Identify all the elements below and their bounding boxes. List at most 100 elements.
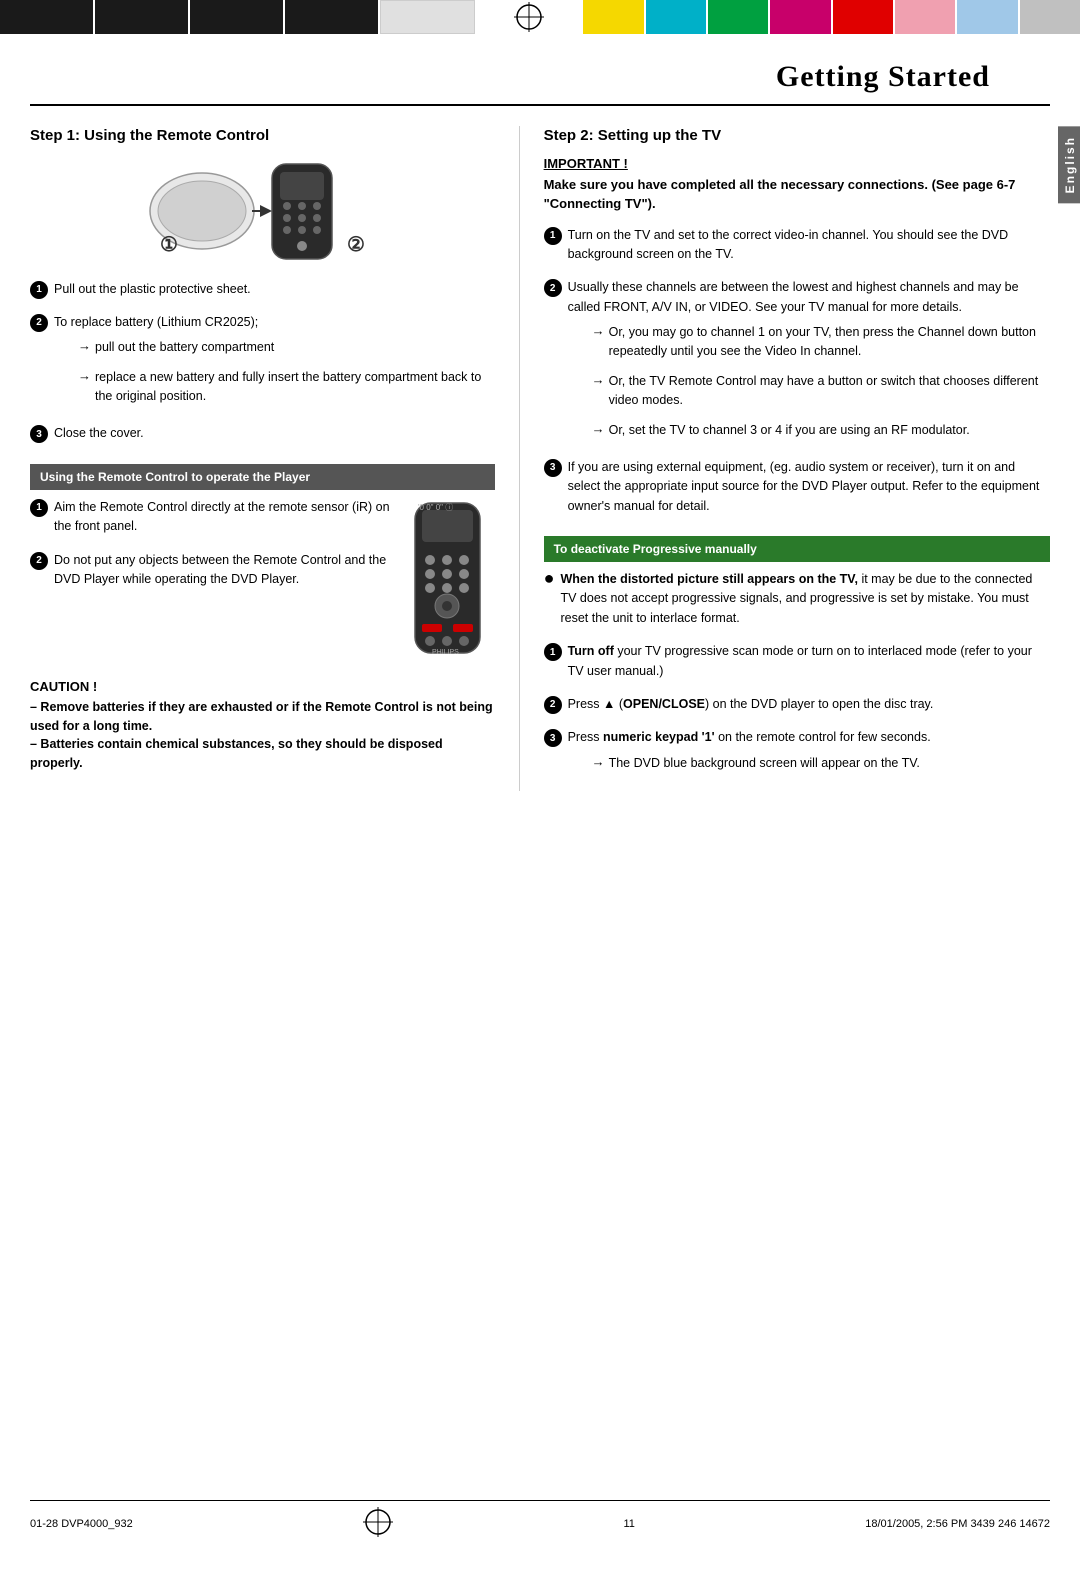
arrow-icon-5: →	[592, 421, 605, 436]
color-black3	[190, 0, 283, 34]
caution-box: CAUTION ! – Remove batteries if they are…	[30, 679, 495, 773]
s2-num-1: 1	[544, 227, 562, 245]
step1-item2-sub2: → replace a new battery and fully insert…	[78, 368, 495, 413]
color-white	[380, 0, 475, 34]
step1-item1-text: Pull out the plastic protective sheet.	[54, 280, 251, 299]
color-yellow	[583, 0, 643, 34]
operate-item2: 2 Do not put any objects between the Rem…	[30, 551, 402, 596]
step2-item2: 2 Usually these channels are between the…	[544, 278, 1050, 450]
svg-text:'0 0" 0" ⓘ: '0 0" 0" ⓘ	[418, 503, 453, 512]
step2-item2-sub2: → Or, the TV Remote Control may have a b…	[592, 372, 1050, 417]
left-column: Step 1: Using the Remote Control ①	[30, 126, 520, 791]
operate-item1: 1 Aim the Remote Control directly at the…	[30, 498, 402, 543]
step1-item2-text: To replace battery (Lithium CR2025);	[54, 313, 495, 332]
page-footer: 01-28 DVP4000_932 11 18/01/2005, 2:56 PM…	[30, 1500, 1050, 1540]
reg-mark-top	[475, 0, 583, 34]
arrow-icon-3: →	[592, 323, 605, 338]
progressive-text: When the distorted picture still appears…	[560, 570, 1050, 628]
page-title: Getting Started	[776, 60, 990, 93]
strip-right	[583, 0, 1080, 34]
step1-item3-text: Close the cover.	[54, 424, 144, 443]
color-black4	[285, 0, 378, 34]
color-black2	[95, 0, 188, 34]
operate-item2-text: Do not put any objects between the Remot…	[54, 551, 402, 590]
step2-item1: 1 Turn on the TV and set to the correct …	[544, 226, 1050, 271]
prog-num-2: 2	[544, 696, 562, 714]
step1-title: Step 1: Using the Remote Control	[30, 126, 495, 146]
important-text: Make sure you have completed all the nec…	[544, 175, 1050, 214]
arrow-icon-6: →	[592, 754, 605, 769]
step2-item2-sub3: → Or, set the TV to channel 3 or 4 if yo…	[592, 421, 1050, 446]
important-box: IMPORTANT ! Make sure you have completed…	[544, 156, 1050, 214]
svg-text:②: ②	[347, 234, 365, 256]
step2-item2-sub1-text: Or, you may go to channel 1 on your TV, …	[609, 323, 1050, 362]
svg-text:①: ①	[160, 234, 178, 256]
color-magenta	[770, 0, 830, 34]
prog-num-1: 1	[544, 643, 562, 661]
right-column: English Step 2: Setting up the TV IMPORT…	[520, 126, 1050, 791]
progressive-bullet: ● When the distorted picture still appea…	[544, 570, 1050, 634]
prog-step3: 3 Press numeric keypad '1' on the remote…	[544, 728, 1050, 783]
arrow-icon-4: →	[592, 372, 605, 387]
open-close-bold: OPEN/CLOSE	[623, 697, 705, 711]
color-cyan	[646, 0, 706, 34]
progressive-bold: When the distorted picture still appears…	[560, 572, 858, 586]
color-ltblue	[957, 0, 1017, 34]
step2-item2-text: Usually these channels are between the l…	[568, 278, 1050, 317]
numeric-bold: numeric keypad '1'	[603, 730, 715, 744]
step1-item2-sub1-text: pull out the battery compartment	[95, 338, 274, 357]
remote-image: ① ②	[30, 156, 495, 266]
prog-num-3: 3	[544, 729, 562, 747]
step1-item3: 3 Close the cover.	[30, 424, 495, 449]
color-green	[708, 0, 768, 34]
caution-bold2: – Batteries contain chemical substances,…	[30, 737, 443, 770]
caution-title: CAUTION !	[30, 679, 495, 694]
num-2: 2	[30, 314, 48, 332]
step2-item2-content: Usually these channels are between the l…	[568, 278, 1050, 450]
step1-item2-content: To replace battery (Lithium CR2025); → p…	[54, 313, 495, 417]
num-3: 3	[30, 425, 48, 443]
step1-item2-sub1: → pull out the battery compartment	[78, 338, 495, 363]
step2-item2-sub3-text: Or, set the TV to channel 3 or 4 if you …	[609, 421, 970, 440]
step2-item2-sub2-text: Or, the TV Remote Control may have a but…	[609, 372, 1050, 411]
operate-section-content: 1 Aim the Remote Control directly at the…	[30, 498, 495, 661]
operate-section-box: Using the Remote Control to operate the …	[30, 464, 495, 490]
remote-small: '0 0" 0" ⓘ	[410, 498, 495, 661]
main-content: Step 1: Using the Remote Control ①	[30, 106, 1050, 791]
remote-small-illustration: '0 0" 0" ⓘ	[410, 498, 485, 658]
important-title: IMPORTANT !	[544, 156, 1050, 171]
step1-item2-sub2-text: replace a new battery and fully insert t…	[95, 368, 495, 407]
prog-step3-sub1: → The DVD blue background screen will ap…	[592, 754, 931, 779]
op-num-1: 1	[30, 499, 48, 517]
step2-item3-text: If you are using external equipment, (eg…	[568, 458, 1050, 516]
strip-left	[0, 0, 475, 34]
step1-item1: 1 Pull out the plastic protective sheet.	[30, 280, 495, 305]
prog-step1: 1 Turn off your TV progressive scan mode…	[544, 642, 1050, 687]
step2-item3: 3 If you are using external equipment, (…	[544, 458, 1050, 522]
color-pink	[895, 0, 955, 34]
num-1: 1	[30, 281, 48, 299]
operate-text: 1 Aim the Remote Control directly at the…	[30, 498, 402, 661]
lang-tab: English	[1058, 126, 1080, 203]
progressive-section-box: To deactivate Progressive manually	[544, 536, 1050, 562]
prog-step3-sub1-text: The DVD blue background screen will appe…	[609, 754, 920, 773]
prog-step3-text: Press numeric keypad '1' on the remote c…	[568, 728, 931, 747]
footer-reg-mark	[363, 1507, 393, 1540]
step2-item1-text: Turn on the TV and set to the correct vi…	[568, 226, 1050, 265]
page: Getting Started Step 1: Using the Remote…	[0, 42, 1080, 1570]
caution-bold1: – Remove batteries if they are exhausted…	[30, 700, 493, 733]
operate-item1-text: Aim the Remote Control directly at the r…	[54, 498, 402, 537]
prog-step1-text: Turn off your TV progressive scan mode o…	[568, 642, 1050, 681]
color-strip	[0, 0, 1080, 34]
prog-step2: 2 Press ▲ (OPEN/CLOSE) on the DVD player…	[544, 695, 1050, 720]
arrow-icon-2: →	[78, 368, 91, 383]
color-red	[833, 0, 893, 34]
s2-num-2: 2	[544, 279, 562, 297]
turn-off-bold: Turn off	[568, 644, 614, 658]
s2-num-3: 3	[544, 459, 562, 477]
caution-line1: – Remove batteries if they are exhausted…	[30, 698, 495, 736]
arrow-icon: →	[78, 338, 91, 353]
remote-illustration: ① ②	[142, 156, 382, 266]
bullet-icon: ●	[544, 568, 555, 589]
color-gray	[1020, 0, 1080, 34]
